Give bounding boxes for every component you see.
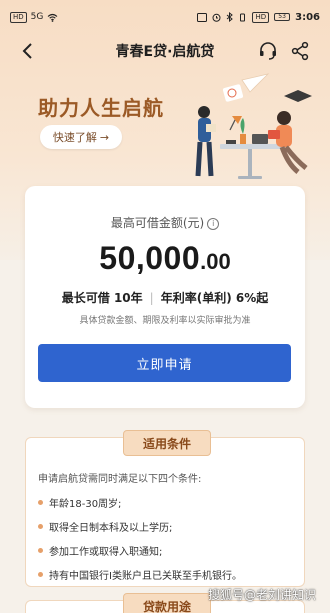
condition-item: 年龄18-30周岁; <box>38 490 242 514</box>
condition-item: 持有中国银行I类账户且已关联至手机银行。 <box>38 562 242 586</box>
page-title: 青春E贷·启航贷 <box>115 44 215 60</box>
bullet-icon <box>38 523 43 529</box>
chevron-left-icon[interactable] <box>18 41 38 61</box>
bullet-icon <box>38 547 43 553</box>
conditions-tab: 适用条件 <box>123 430 211 456</box>
hd-badge-right: HD <box>252 11 270 23</box>
condition-text: 参加工作或取得入职通知; <box>49 546 163 558</box>
status-bar: HD 5G HD 53 3:06 <box>0 0 330 34</box>
condition-text: 取得全日制本科及以上学历; <box>49 522 173 534</box>
conditions-card: 适用条件 申请启航贷需同时满足以下四个条件: 年龄18-30周岁; 取得全日制本… <box>25 430 305 587</box>
condition-text: 持有中国银行I类账户且已关联至手机银行。 <box>49 570 242 582</box>
status-right: HD 53 3:06 <box>197 11 320 23</box>
learn-more-label: 快速了解 <box>52 131 97 144</box>
battery-icon: 53 <box>274 13 291 21</box>
amount-decimal: .00 <box>200 249 231 274</box>
headset-icon[interactable] <box>258 41 278 61</box>
condition-item: 取得全日制本科及以上学历; <box>38 514 242 538</box>
nav-bar: 青春E贷·启航贷 <box>0 34 330 68</box>
hd-badge: HD <box>10 11 27 23</box>
loan-terms: 最长可借 10年 | 年利率(单利) 6%起 <box>25 289 305 306</box>
signal-5g-icon: 5G <box>30 12 44 22</box>
info-icon[interactable]: i <box>207 218 220 230</box>
hero-title: 助力人生启航 <box>38 98 164 120</box>
loan-card: 最高可借金额(元) i 50,000.00 最长可借 10年 | 年利率(单利) 6%… <box>25 186 305 408</box>
alarm-icon <box>212 13 221 22</box>
condition-text: 年龄18-30周岁; <box>49 498 122 510</box>
amount-integer: 50,000 <box>99 240 201 276</box>
bluetooth-icon <box>227 12 234 22</box>
max-amount-label: 最高可借金额(元) i <box>25 214 305 231</box>
conditions-intro: 申请启航贷需同时满足以下四个条件: <box>38 474 202 485</box>
interest-rate: 年利率(单利) 6%起 <box>160 291 269 305</box>
conditions-list: 年龄18-30周岁; 取得全日制本科及以上学历; 参加工作或取得入职通知; 持有… <box>38 490 242 586</box>
learn-more-button[interactable]: 快速了解 → <box>40 125 122 149</box>
approval-note: 具体贷款金额、期限及利率以实际审批为准 <box>79 316 251 326</box>
condition-item: 参加工作或取得入职通知; <box>38 538 242 562</box>
vibrate-icon <box>240 13 246 21</box>
watermark: 搜狐号@老刘讲知识 <box>207 588 316 602</box>
max-term: 最长可借 10年 <box>61 291 143 305</box>
status-left: HD 5G <box>10 11 58 23</box>
wifi-icon <box>47 13 58 22</box>
apply-now-button[interactable]: 立即申请 <box>38 344 291 382</box>
notification-icon <box>197 12 208 22</box>
max-amount-text: 最高可借金额(元) <box>110 216 205 230</box>
arrow-right-icon: → <box>99 130 110 144</box>
share-icon[interactable] <box>290 41 310 61</box>
terms-divider: | <box>149 291 154 305</box>
hero-illustration <box>195 73 312 179</box>
loan-purpose-tab: 贷款用途 <box>123 593 211 613</box>
status-time: 3:06 <box>295 11 320 23</box>
bullet-icon <box>38 571 43 577</box>
max-amount-value: 50,000.00 <box>25 240 305 277</box>
bullet-icon <box>38 499 43 505</box>
